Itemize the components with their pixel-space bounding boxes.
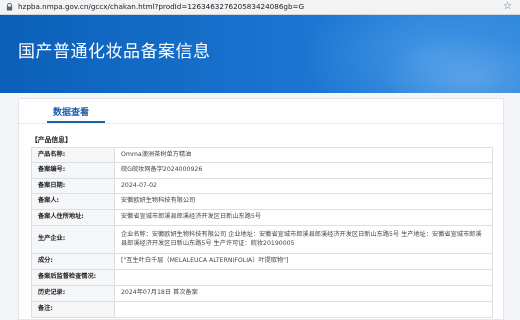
- field-value: 企业名称：安徽欧妍生物科技有限公司 企业地址：安徽省宣城市郎溪县郎溪经济开发区日…: [114, 225, 493, 254]
- table-row: 备案人住所地址: 安徽省宣城市郎溪县郎溪经济开发区日新山东路5号: [31, 209, 493, 226]
- page-title: 国产普通化妆品备案信息: [18, 42, 211, 62]
- page-banner: 国产普通化妆品备案信息: [0, 15, 520, 93]
- address-bar[interactable]: hzpba.nmpa.gov.cn/gccx/chakan.html?prodI…: [0, 0, 520, 15]
- field-value: ["互生叶白千层（MELALEUCA ALTERNIFOLIA）叶提取物"]: [114, 253, 493, 270]
- data-card: 数据查看 【产品信息】 产品名称: Omma澳洲茶树单方精油 备案编号: 皖G皖…: [18, 98, 504, 320]
- field-label: 备案人:: [31, 193, 115, 210]
- product-info-table: 产品名称: Omma澳洲茶树单方精油 备案编号: 皖G皖妆网备字20240009…: [31, 147, 493, 318]
- table-row: 备案日期: 2024-07-02: [31, 178, 493, 194]
- field-value: 安徽省宣城市郎溪县郎溪经济开发区日新山东路5号: [114, 209, 493, 226]
- page-info-icon[interactable]: [6, 3, 13, 11]
- table-row: 备案人: 安徽欧妍生物科技有限公司: [31, 193, 493, 210]
- table-row: 生产企业: 企业名称：安徽欧妍生物科技有限公司 企业地址：安徽省宣城市郎溪县郎溪…: [31, 225, 493, 254]
- field-label: 备注:: [31, 301, 115, 318]
- section-title: 【产品信息】: [31, 136, 72, 144]
- field-label: 成分:: [31, 253, 115, 270]
- table-row: 产品名称: Omma澳洲茶树单方精油: [31, 147, 493, 163]
- field-label: 产品名称:: [31, 147, 115, 163]
- field-value: 2024-07-02: [114, 178, 493, 194]
- field-value: Omma澳洲茶树单方精油: [114, 147, 493, 163]
- field-value: 安徽欧妍生物科技有限公司: [114, 193, 493, 210]
- field-label: 备案日期:: [31, 178, 115, 194]
- field-value: [114, 301, 493, 318]
- field-value: 皖G皖妆网备字2024000926: [114, 162, 493, 179]
- table-row: 备注:: [31, 301, 493, 318]
- table-row: 备案编号: 皖G皖妆网备字2024000926: [31, 162, 493, 179]
- field-label: 备案人住所地址:: [31, 209, 115, 226]
- tab-data-view[interactable]: 数据查看: [53, 107, 89, 119]
- field-label: 备案后监督检查情况:: [31, 269, 115, 286]
- table-row: 历史记录: 2024年07月18日 首次备案: [31, 285, 493, 302]
- table-row: 成分: ["互生叶白千层（MELALEUCA ALTERNIFOLIA）叶提取物…: [31, 253, 493, 270]
- tab-divider: [19, 123, 503, 124]
- field-value: [114, 269, 493, 286]
- field-value: 2024年07月18日 首次备案: [114, 285, 493, 302]
- url-text[interactable]: hzpba.nmpa.gov.cn/gccx/chakan.html?prodI…: [18, 1, 304, 13]
- field-label: 生产企业:: [31, 225, 115, 254]
- table-row: 备案后监督检查情况:: [31, 269, 493, 286]
- bookmark-star-icon[interactable]: ☆: [503, 1, 512, 13]
- field-label: 历史记录:: [31, 285, 115, 302]
- field-label: 备案编号:: [31, 162, 115, 179]
